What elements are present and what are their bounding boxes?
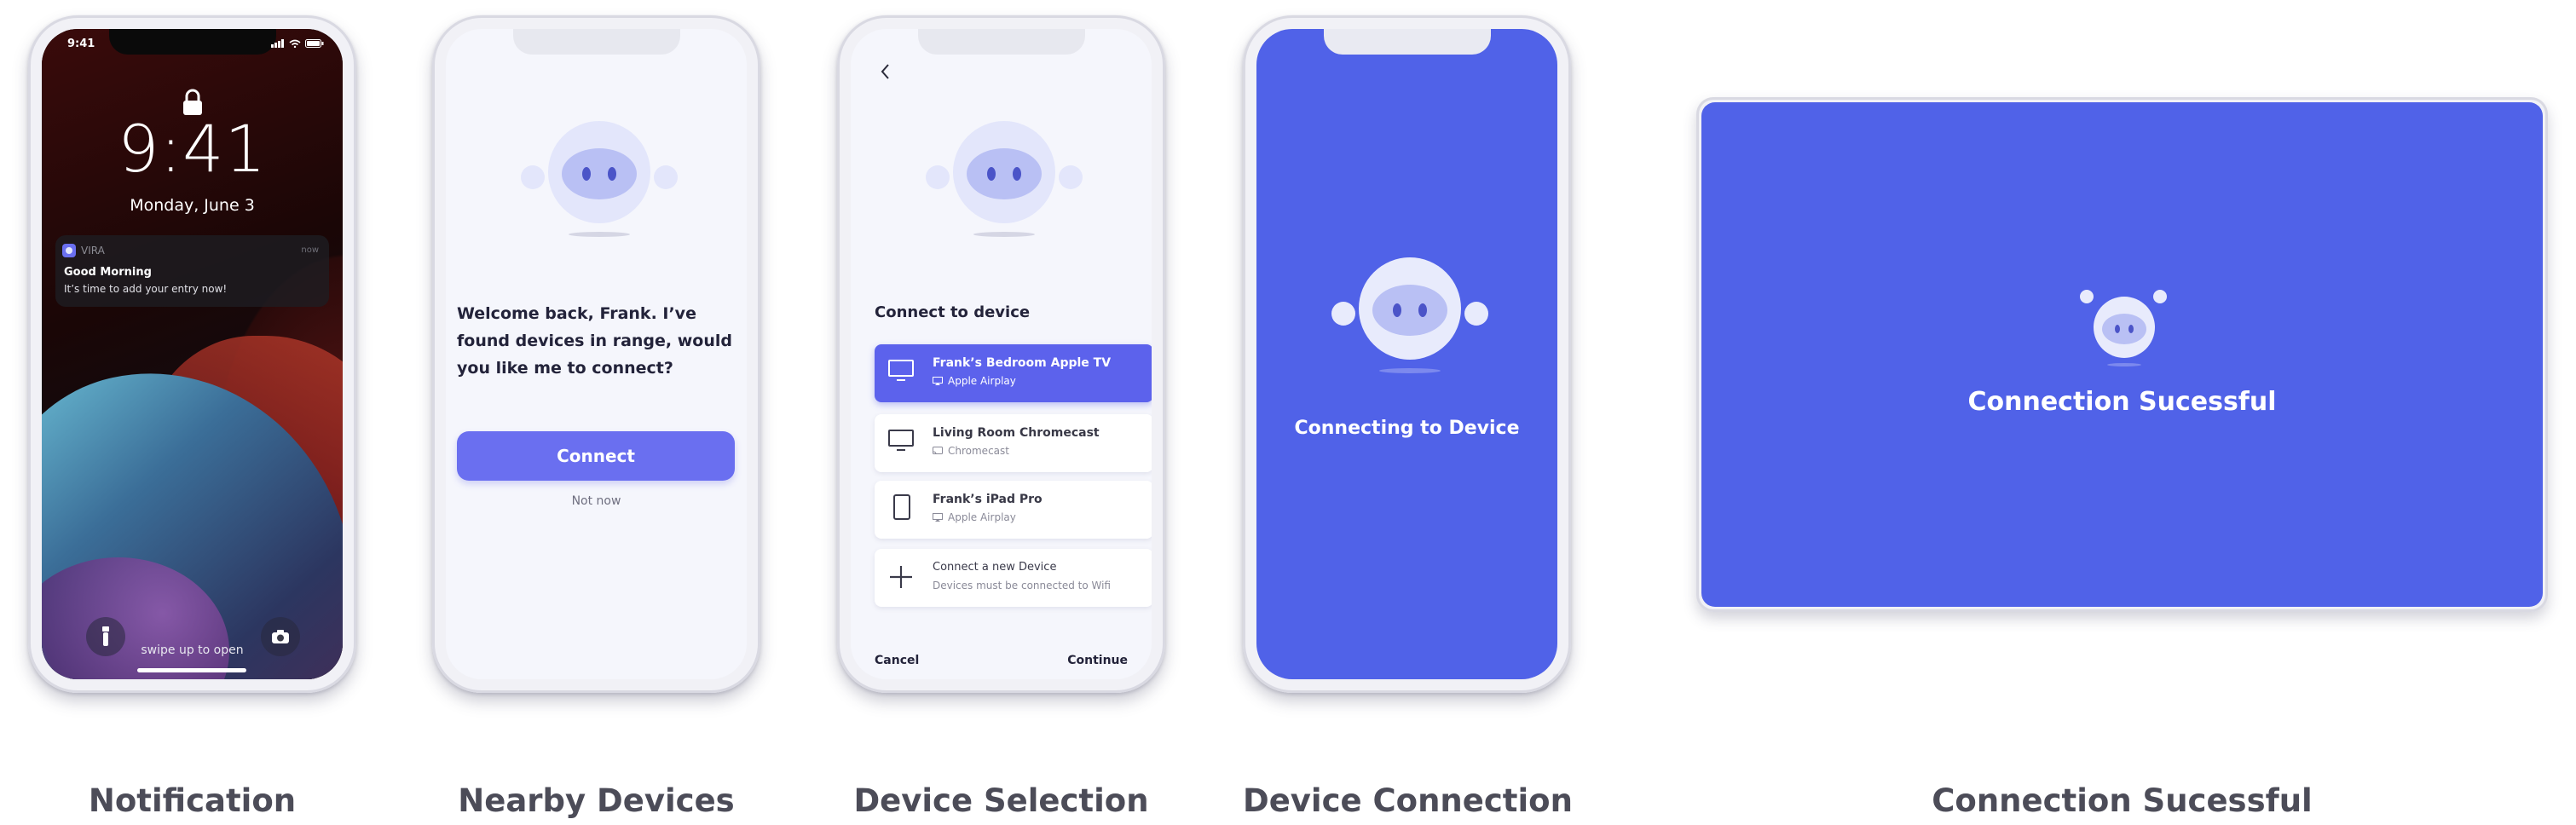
notch <box>917 29 1085 55</box>
phone-device-selection: Connect to device Frank’s Bedroom Apple … <box>837 15 1165 693</box>
notification-time: now <box>301 245 319 255</box>
back-chevron-icon[interactable] <box>880 63 892 80</box>
robot-illustration <box>1325 257 1495 385</box>
notification-title: Good Morning <box>64 266 152 279</box>
device-item-living-room-chromecast[interactable]: Living Room Chromecast Chromecast <box>875 414 1152 472</box>
plus-icon <box>890 566 912 588</box>
continue-button[interactable]: Continue <box>1067 654 1128 667</box>
airplay-icon <box>933 513 943 522</box>
notch <box>1323 29 1491 55</box>
notch <box>512 29 680 55</box>
notification-app-name: VIRA <box>81 245 105 257</box>
add-device-subtitle: Devices must be connected to Wifi <box>933 580 1111 591</box>
nearby-screen: Welcome back, Frank. I’ve found devices … <box>446 29 747 679</box>
notch <box>108 29 276 55</box>
lock-screen: 9:41 9:41 Monday, June 3 VIRA now Good M… <box>42 29 343 679</box>
device-subtitle: Apple Airplay <box>933 375 1016 387</box>
wifi-icon <box>289 39 301 48</box>
selection-screen: Connect to device Frank’s Bedroom Apple … <box>851 29 1152 679</box>
lock-time: 9:41 <box>118 111 267 187</box>
monitor-icon <box>888 430 914 451</box>
device-subtitle: Apple Airplay <box>933 511 1016 523</box>
label-nearby-devices: Nearby Devices <box>458 782 735 819</box>
connect-button[interactable]: Connect <box>457 431 735 481</box>
welcome-message: Welcome back, Frank. I’ve found devices … <box>457 304 732 378</box>
label-notification: Notification <box>88 782 297 819</box>
label-device-connection: Device Connection <box>1243 782 1573 819</box>
success-text: Connection Sucessful <box>1967 387 2277 417</box>
tablet-icon <box>893 494 910 520</box>
notification-body: It’s time to add your entry now! <box>64 283 228 295</box>
lock-date: Monday, June 3 <box>130 196 255 215</box>
device-title: Living Room Chromecast <box>933 426 1100 440</box>
camera-icon <box>272 630 289 643</box>
device-subtitle-text: Apple Airplay <box>948 375 1016 387</box>
cancel-button[interactable]: Cancel <box>875 654 919 667</box>
not-now-link[interactable]: Not now <box>446 494 747 508</box>
status-icons <box>271 39 324 48</box>
monitor-icon <box>888 360 914 381</box>
add-device-item[interactable]: Connect a new Device Devices must be con… <box>875 549 1152 607</box>
robot-illustration <box>2076 288 2170 373</box>
cast-icon <box>933 447 943 455</box>
connect-heading: Connect to device <box>875 303 1031 321</box>
robot-illustration <box>919 121 1089 249</box>
tablet-connection-success: Connection Sucessful <box>1696 97 2548 612</box>
phone-notification: 9:41 9:41 Monday, June 3 VIRA now Good M… <box>28 15 356 693</box>
swipe-hint: swipe up to open <box>141 643 244 657</box>
success-screen: Connection Sucessful <box>1701 102 2543 607</box>
device-subtitle-text: Apple Airplay <box>948 511 1016 523</box>
device-subtitle-text: Chromecast <box>948 445 1009 457</box>
phone-device-connection: Connecting to Device <box>1243 15 1571 693</box>
app-icon <box>62 244 76 257</box>
airplay-icon <box>933 377 943 385</box>
notification-card[interactable]: VIRA now Good Morning It’s time to add y… <box>55 235 329 307</box>
device-title: Frank’s Bedroom Apple TV <box>933 356 1112 370</box>
add-device-title: Connect a new Device <box>933 561 1057 574</box>
label-device-selection: Device Selection <box>853 782 1149 819</box>
connecting-text: Connecting to Device <box>1294 418 1520 439</box>
device-item-bedroom-apple-tv[interactable]: Frank’s Bedroom Apple TV Apple Airplay <box>875 344 1152 402</box>
home-indicator[interactable] <box>137 668 246 672</box>
robot-illustration <box>514 121 684 249</box>
device-title: Frank’s iPad Pro <box>933 493 1043 506</box>
battery-icon <box>305 39 324 48</box>
label-connection-success: Connection Sucessful <box>1932 782 2313 819</box>
device-subtitle: Chromecast <box>933 445 1009 457</box>
signal-icon <box>271 39 284 48</box>
status-time: 9:41 <box>67 38 95 50</box>
phone-nearby-devices: Welcome back, Frank. I’ve found devices … <box>432 15 760 693</box>
device-item-ipad-pro[interactable]: Frank’s iPad Pro Apple Airplay <box>875 481 1152 539</box>
connecting-screen: Connecting to Device <box>1256 29 1557 679</box>
